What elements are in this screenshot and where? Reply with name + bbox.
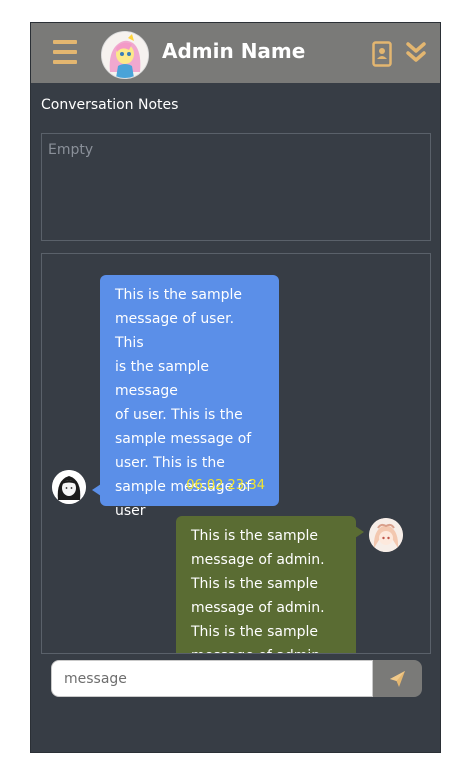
admin-name: Admin Name: [162, 39, 306, 63]
message-line: message of admin.: [191, 644, 344, 653]
admin-message-avatar: [369, 518, 403, 552]
message-timestamp: 06.02 23:34: [186, 478, 265, 493]
notes-title: Conversation Notes: [41, 97, 179, 113]
notes-placeholder: Empty: [48, 142, 94, 158]
user-avatar: [52, 470, 86, 504]
hamburger-menu-icon[interactable]: [53, 40, 77, 64]
message-line: This is the sample: [115, 287, 243, 303]
message-line: user. This is the: [115, 455, 225, 471]
message-line: message of user. This: [115, 311, 235, 351]
message-list[interactable]: This is the sample message of user. This…: [41, 253, 431, 654]
double-chevron-down-icon[interactable]: [406, 41, 426, 63]
message-line: of user. This is the: [115, 407, 243, 423]
contact-card-icon[interactable]: [372, 41, 392, 67]
message-line: This is the sample: [191, 528, 319, 544]
message-line: sample message of: [115, 431, 252, 447]
admin-message-bubble: This is the sample message of admin. Thi…: [176, 516, 364, 653]
message-line: This is the sample: [191, 576, 319, 592]
message-input[interactable]: [51, 660, 373, 697]
message-line: message of admin.: [191, 600, 325, 616]
send-button[interactable]: [373, 660, 422, 697]
chat-panel: Admin Name Conversation Notes Empty This…: [30, 22, 441, 753]
message-line: is the sample message: [115, 359, 209, 399]
paper-plane-send-icon: [390, 671, 405, 687]
message-line: This is the sample: [191, 624, 319, 640]
chat-header: Admin Name: [31, 23, 440, 83]
admin-avatar: [101, 31, 149, 79]
message-composer: [51, 660, 422, 697]
user-message-bubble: This is the sample message of user. This…: [92, 275, 279, 519]
notes-field[interactable]: Empty: [41, 133, 431, 241]
message-line: message of admin.: [191, 552, 325, 568]
